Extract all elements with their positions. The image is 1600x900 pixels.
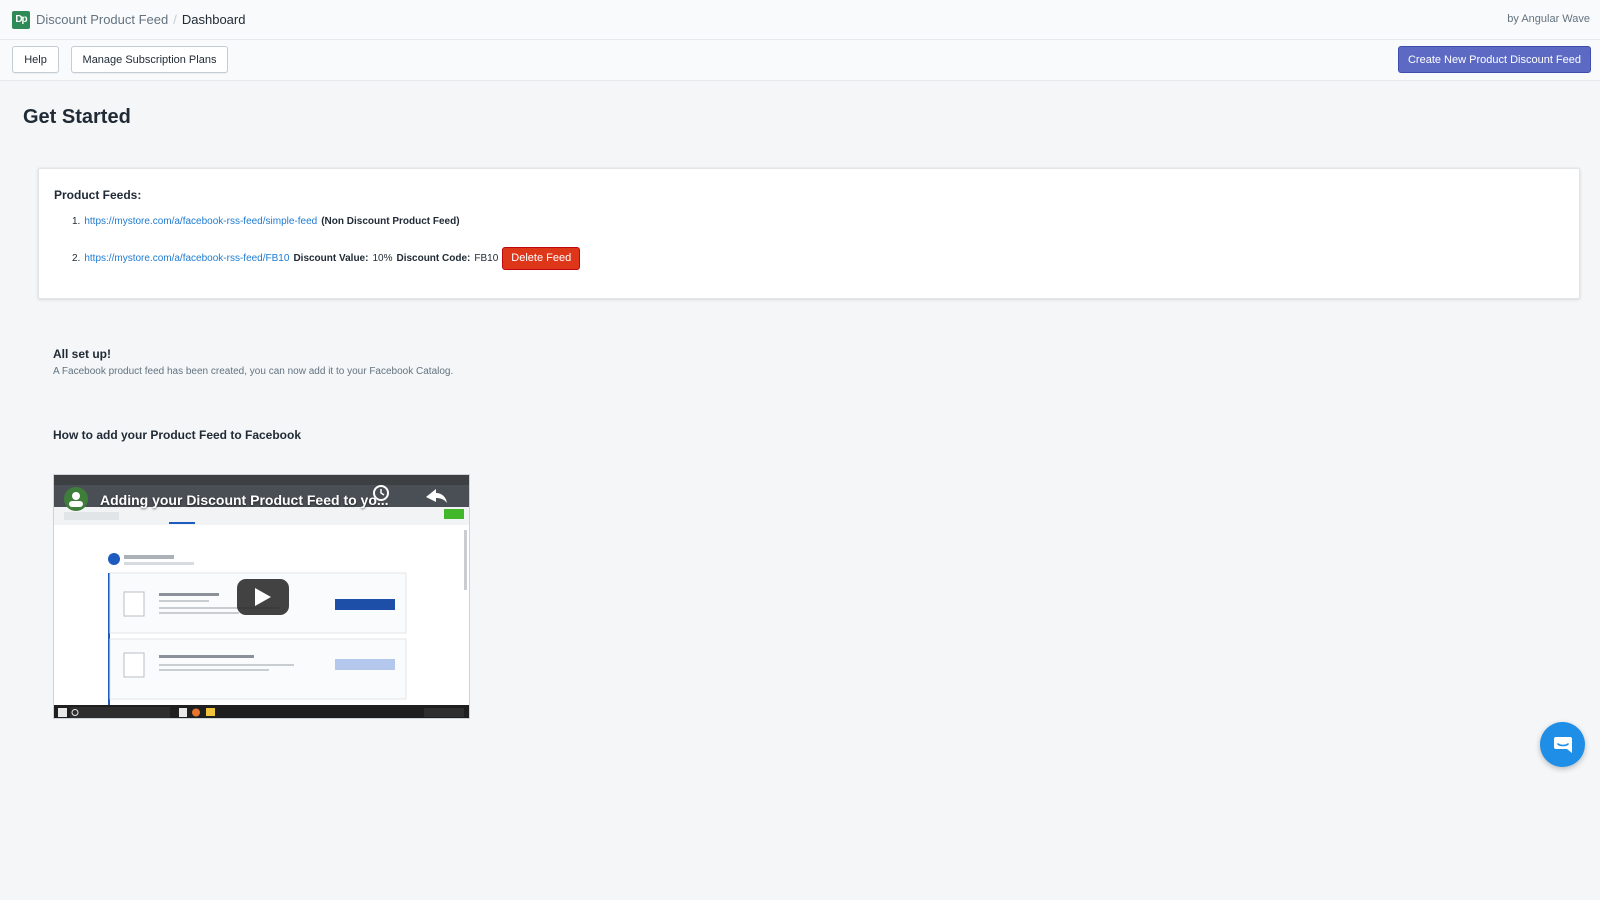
video-title[interactable]: Adding your Discount Product Feed to yo.…	[100, 492, 389, 508]
howto-title: How to add your Product Feed to Facebook	[53, 428, 302, 442]
setup-text: A Facebook product feed has been created…	[53, 366, 454, 377]
delete-feed-button[interactable]: Delete Feed	[502, 246, 581, 270]
page-title: Get Started	[23, 106, 131, 128]
feed-number: 2.	[72, 252, 81, 264]
discount-value-label: Discount Value:	[293, 252, 369, 264]
product-feeds-card: Product Feeds: 1. https://mystore.com/a/…	[38, 168, 1580, 299]
create-new-feed-button[interactable]: Create New Product Discount Feed	[1398, 46, 1591, 73]
setup-title: All set up!	[53, 347, 112, 361]
feed-link[interactable]: https://mystore.com/a/facebook-rss-feed/…	[84, 216, 317, 227]
play-button[interactable]	[237, 579, 289, 615]
breadcrumb-separator: /	[173, 12, 177, 27]
feed-link[interactable]: https://mystore.com/a/facebook-rss-feed/…	[84, 253, 289, 264]
app-logo-icon: Dp	[12, 10, 30, 29]
chat-launcher-button[interactable]	[1540, 722, 1585, 767]
feed-note: (Non Discount Product Feed)	[321, 215, 460, 227]
chat-icon	[1553, 736, 1572, 753]
breadcrumb-app-name[interactable]: Discount Product Feed	[36, 12, 168, 27]
feed-item: 1. https://mystore.com/a/facebook-rss-fe…	[72, 214, 460, 228]
help-button[interactable]: Help	[12, 46, 59, 73]
feed-number: 1.	[72, 215, 81, 227]
discount-value: 10%	[372, 252, 393, 264]
product-feeds-heading: Product Feeds:	[54, 188, 142, 202]
discount-code-label: Discount Code:	[396, 252, 471, 264]
play-icon	[255, 588, 271, 606]
feed-item: 2. https://mystore.com/a/facebook-rss-fe…	[72, 246, 581, 270]
breadcrumb-current-page: Dashboard	[181, 12, 246, 27]
byline: by Angular Wave	[1507, 13, 1590, 25]
video-player[interactable]: Adding your Discount Product Feed to yo.…	[53, 474, 470, 719]
top-bar: Dp Discount Product Feed / Dashboard by …	[0, 0, 1600, 40]
toolbar: Help Manage Subscription Plans Create Ne…	[0, 40, 1600, 81]
manage-subscription-plans-button[interactable]: Manage Subscription Plans	[71, 46, 228, 73]
discount-code: FB10	[474, 252, 499, 264]
